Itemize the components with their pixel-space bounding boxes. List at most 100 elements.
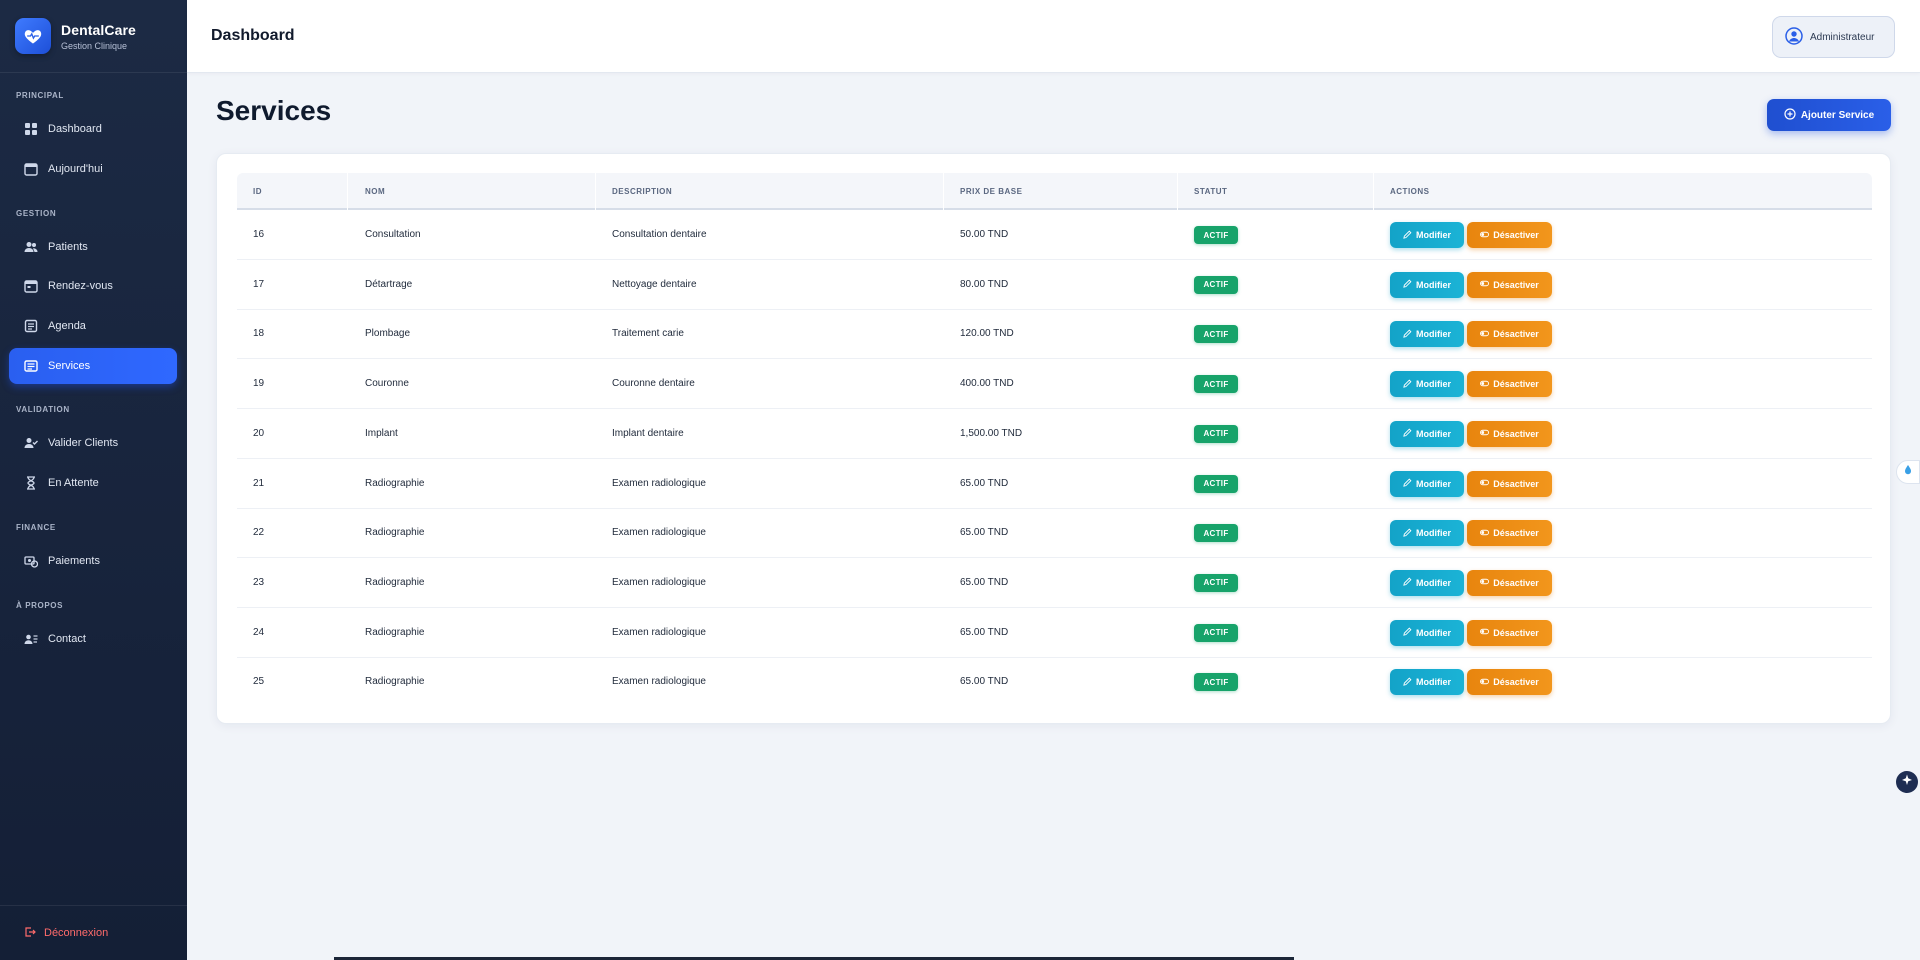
add-service-button[interactable]: Ajouter Service: [1767, 99, 1891, 131]
edit-label: Modifier: [1416, 478, 1451, 489]
deactivate-label: Désactiver: [1493, 379, 1539, 390]
toggle-icon: [1480, 627, 1493, 638]
column-header-statut: STATUT: [1194, 187, 1228, 196]
cell-prix: 50.00 TND: [960, 229, 1009, 240]
droplet-icon: [1902, 463, 1914, 481]
deactivate-button[interactable]: Désactiver: [1467, 520, 1552, 547]
cell-description: Examen radiologique: [612, 477, 706, 489]
plus-circle-icon: [1784, 107, 1801, 123]
sidebar: DentalCare Gestion Clinique PRINCIPAL Da…: [0, 0, 187, 960]
heart-pulse-icon: [15, 18, 51, 54]
sidebar-item-services[interactable]: Services: [9, 348, 177, 384]
edit-label: Modifier: [1416, 379, 1451, 390]
edit-button[interactable]: Modifier: [1390, 371, 1464, 398]
cell-id: 17: [253, 278, 265, 290]
deactivate-button[interactable]: Désactiver: [1467, 619, 1552, 646]
assistant-widget-button[interactable]: [1896, 771, 1918, 793]
edit-button[interactable]: Modifier: [1390, 619, 1464, 646]
edit-button[interactable]: Modifier: [1390, 669, 1464, 696]
add-service-label: Ajouter Service: [1800, 109, 1875, 121]
cell-id: 18: [253, 328, 265, 340]
sidebar-item-patients[interactable]: Patients: [9, 229, 177, 265]
pencil-icon: [1403, 478, 1416, 489]
deactivate-label: Désactiver: [1493, 279, 1539, 290]
accessibility-widget-button[interactable]: [1896, 460, 1920, 484]
sidebar-item-label: Paiements: [48, 555, 100, 567]
deactivate-button[interactable]: Désactiver: [1467, 470, 1552, 497]
cell-prix: 1,500.00 TND: [960, 427, 1023, 439]
logout-icon: [24, 926, 44, 941]
cell-prix: 80.00 TND: [960, 278, 1009, 290]
sidebar-item-contact[interactable]: Contact: [9, 621, 177, 657]
cell-nom: Détartrage: [365, 278, 413, 290]
edit-label: Modifier: [1416, 677, 1451, 688]
sidebar-item-aujourdhui[interactable]: Aujourd'hui: [9, 151, 177, 187]
services-table-card: ID NOM DESCRIPTION PRIX DE BASE STATUT A…: [216, 153, 1891, 724]
agenda-icon: [24, 319, 38, 333]
deactivate-button[interactable]: Désactiver: [1467, 271, 1552, 298]
edit-label: Modifier: [1416, 230, 1451, 240]
cell-nom: Radiographie: [365, 527, 425, 539]
status-badge: ACTIF: [1194, 474, 1238, 493]
cell-description: Examen radiologique: [612, 576, 706, 588]
cell-description: Examen radiologique: [612, 527, 706, 539]
table-row: 20 Implant Implant dentaire 1,500.00 TND ACT…: [237, 409, 1872, 459]
deactivate-button[interactable]: Désactiver: [1467, 420, 1552, 447]
sidebar-item-en-attente[interactable]: En Attente: [9, 465, 177, 501]
logout-button[interactable]: Déconnexion: [0, 905, 187, 960]
sidebar-item-dashboard[interactable]: Dashboard: [9, 111, 177, 147]
edit-button[interactable]: Modifier: [1390, 271, 1464, 298]
table-row: 17 Détartrage Nettoyage dentaire 80.00 TND A…: [237, 260, 1872, 310]
deactivate-button[interactable]: Désactiver: [1467, 222, 1552, 248]
toggle-icon: [1480, 379, 1493, 390]
deactivate-button[interactable]: Désactiver: [1467, 371, 1552, 398]
table-row: 21 Radiographie Examen radiologique 65.00 T…: [237, 459, 1872, 509]
edit-button[interactable]: Modifier: [1390, 520, 1464, 547]
edit-button[interactable]: Modifier: [1390, 222, 1464, 248]
pencil-icon: [1403, 428, 1416, 439]
edit-button[interactable]: Modifier: [1390, 470, 1464, 497]
cell-prix: 65.00 TND: [960, 527, 1009, 539]
sidebar-item-valider-clients[interactable]: Valider Clients: [9, 425, 177, 461]
cell-id: 19: [253, 378, 265, 390]
status-badge: ACTIF: [1194, 673, 1238, 692]
status-badge: ACTIF: [1194, 226, 1238, 244]
sidebar-item-label: Aujourd'hui: [48, 163, 103, 175]
brand-name: DentalCare: [61, 21, 136, 38]
user-menu-button[interactable]: Administrateur: [1772, 16, 1895, 58]
sidebar-item-rendez-vous[interactable]: Rendez-vous: [9, 268, 177, 304]
cell-id: 20: [253, 427, 265, 439]
edit-button[interactable]: Modifier: [1390, 569, 1464, 596]
deactivate-button[interactable]: Désactiver: [1467, 321, 1552, 348]
sidebar-item-paiements[interactable]: Paiements: [9, 543, 177, 579]
sidebar-item-label: Patients: [48, 241, 88, 253]
cell-nom: Couronne: [365, 378, 409, 390]
deactivate-button[interactable]: Désactiver: [1467, 669, 1552, 696]
cell-description: Traitement carie: [612, 328, 684, 340]
deactivate-label: Désactiver: [1493, 528, 1539, 539]
calendar-check-icon: [24, 279, 38, 293]
cell-prix: 120.00 TND: [960, 328, 1014, 340]
cell-nom: Plombage: [365, 328, 411, 340]
cell-description: Couronne dentaire: [612, 378, 695, 390]
toggle-icon: [1480, 478, 1493, 489]
edit-button[interactable]: Modifier: [1390, 321, 1464, 348]
status-badge: ACTIF: [1194, 623, 1238, 642]
list-icon: [24, 359, 38, 373]
cell-prix: 65.00 TND: [960, 626, 1009, 638]
sidebar-item-agenda[interactable]: Agenda: [9, 308, 177, 344]
status-badge: ACTIF: [1194, 275, 1238, 294]
brand[interactable]: DentalCare Gestion Clinique: [0, 0, 187, 73]
sidebar-item-label: Dashboard: [48, 123, 102, 135]
cell-prix: 65.00 TND: [960, 477, 1009, 489]
edit-button[interactable]: Modifier: [1390, 420, 1464, 447]
table-row: 22 Radiographie Examen radiologique 65.00 T…: [237, 508, 1872, 559]
table-row: 16 Consultation Consultation dentaire 50.00…: [237, 210, 1872, 260]
cell-nom: Radiographie: [365, 676, 425, 688]
status-badge: ACTIF: [1194, 524, 1238, 543]
sidebar-item-label: Rendez-vous: [48, 280, 113, 292]
cell-prix: 65.00 TND: [960, 676, 1009, 688]
deactivate-button[interactable]: Désactiver: [1467, 569, 1552, 596]
cell-id: 23: [253, 576, 265, 588]
user-check-icon: [24, 436, 38, 450]
